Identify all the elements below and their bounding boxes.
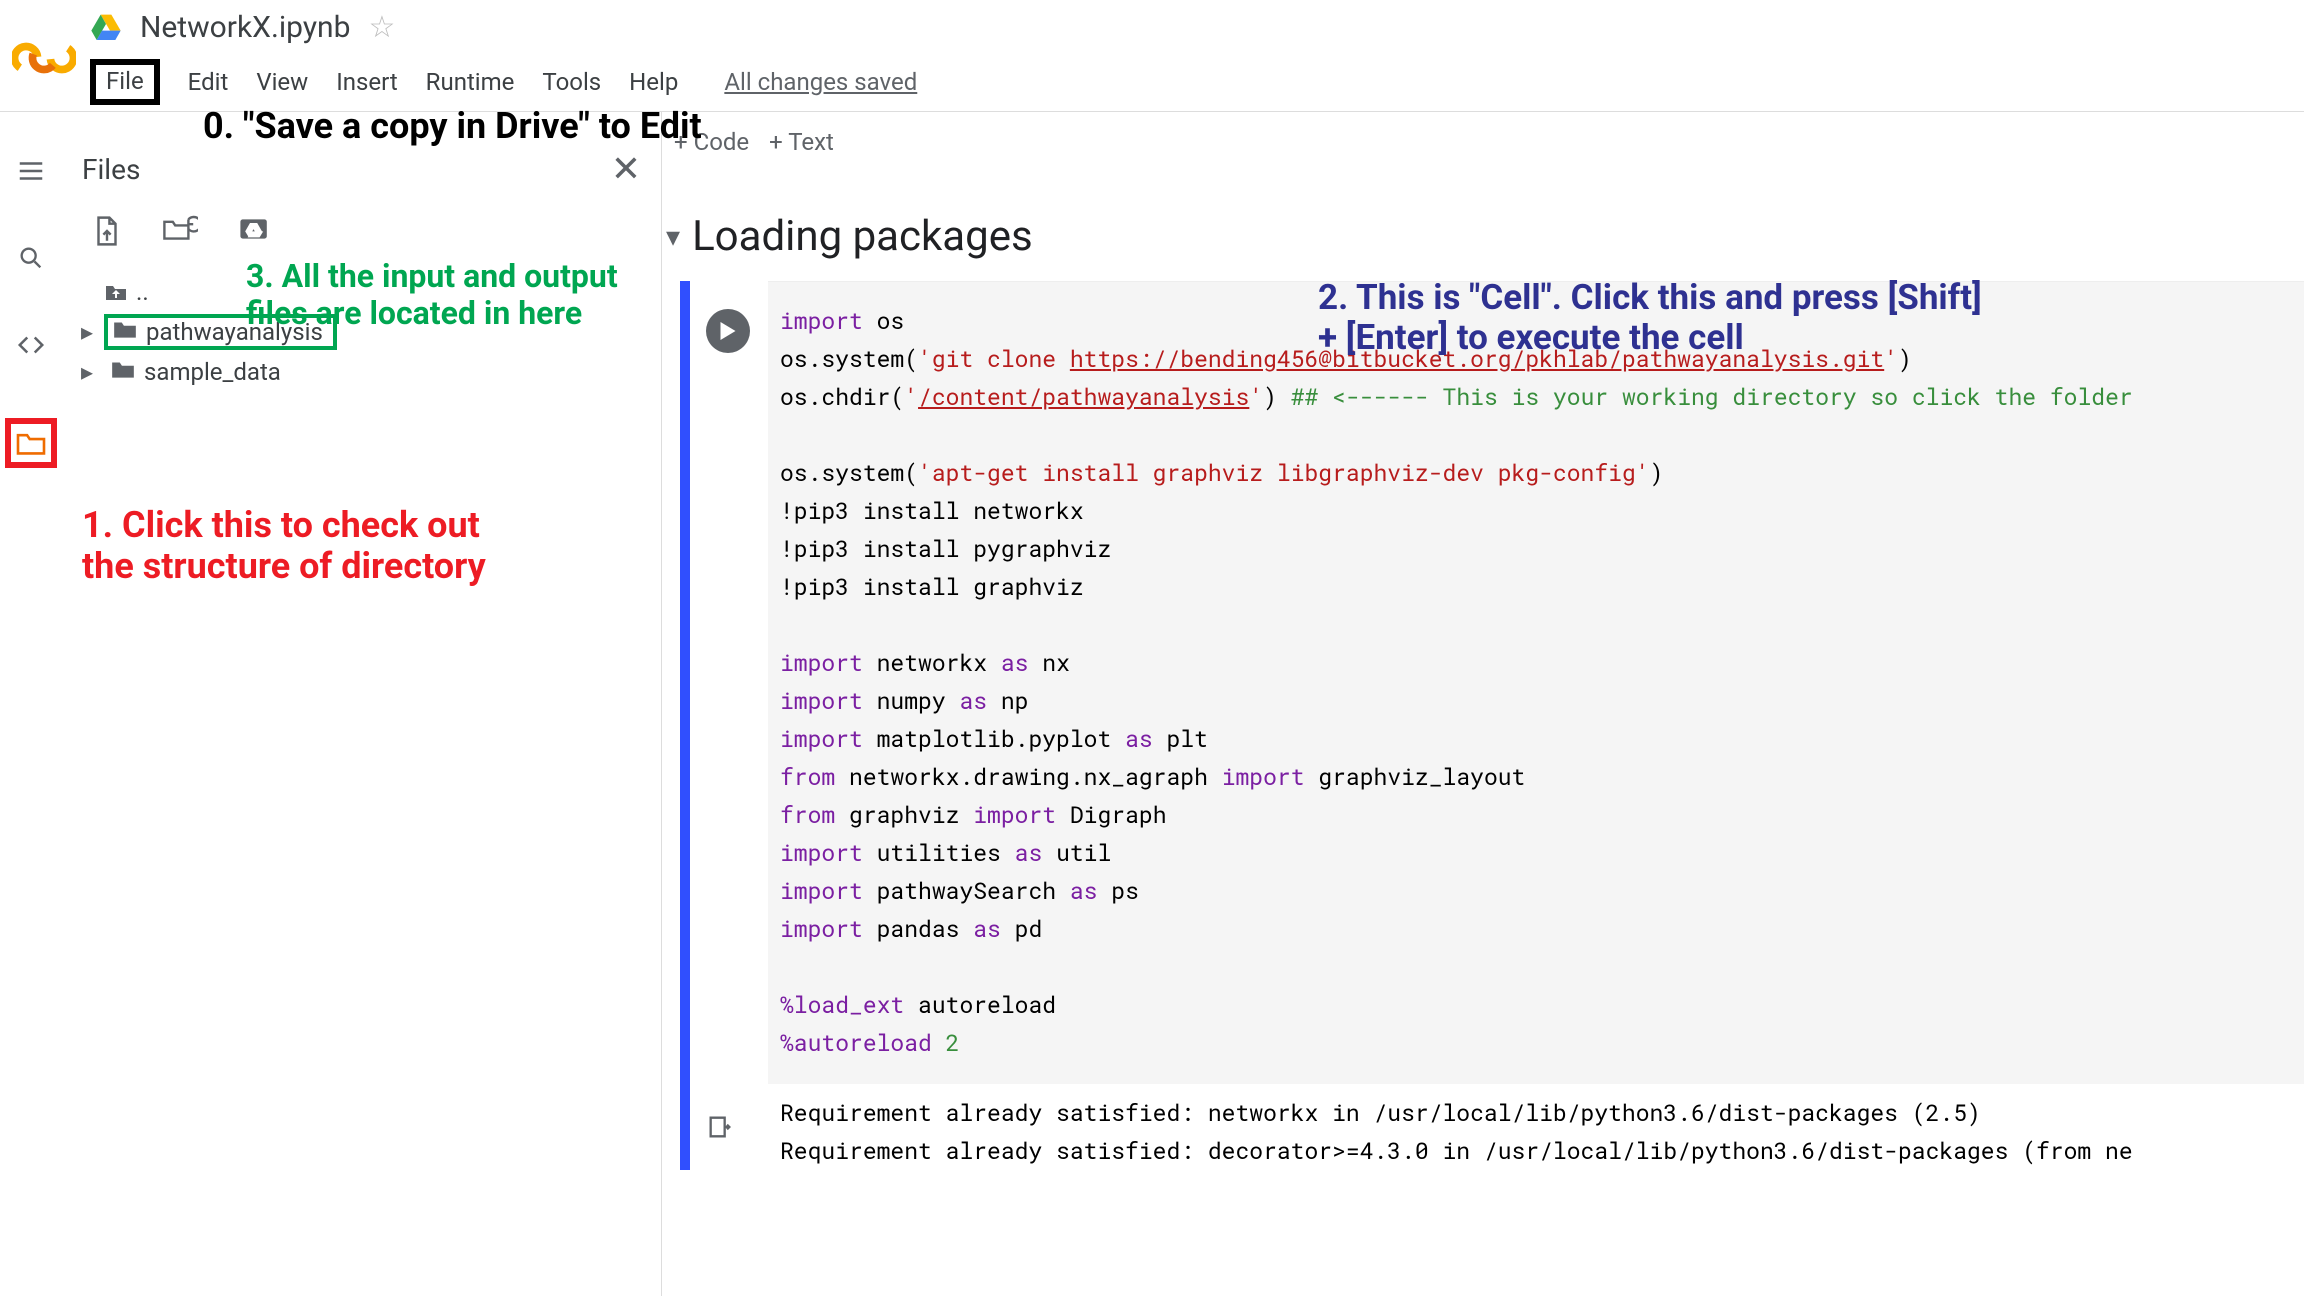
star-icon[interactable]: ☆ <box>368 10 395 45</box>
code-cell[interactable]: import os os.system('git clone https://b… <box>680 281 2304 1170</box>
section-title: Loading packages <box>692 212 1033 261</box>
chevron-right-icon[interactable]: ▸ <box>78 318 96 346</box>
code-snippets-icon[interactable] <box>16 330 46 366</box>
folder-label: sample_data <box>144 358 281 386</box>
menu-runtime[interactable]: Runtime <box>426 68 515 96</box>
mount-drive-icon[interactable] <box>238 214 274 254</box>
section-header[interactable]: ▾ Loading packages <box>662 156 2304 281</box>
menu-insert[interactable]: Insert <box>336 68 397 96</box>
menu-tools[interactable]: Tools <box>542 68 601 96</box>
files-tab-icon[interactable] <box>5 418 57 468</box>
search-icon[interactable] <box>17 244 45 278</box>
close-icon[interactable]: ✕ <box>611 148 641 190</box>
save-status[interactable]: All changes saved <box>724 68 917 96</box>
folder-icon <box>112 318 138 346</box>
annotation-0: 0. "Save a copy in Drive" to Edit <box>203 106 702 147</box>
code-editor[interactable]: import os os.system('git clone https://b… <box>768 281 2304 1084</box>
google-drive-icon <box>90 12 122 44</box>
folder-icon <box>110 358 136 386</box>
toc-icon[interactable] <box>16 156 46 192</box>
run-cell-button[interactable] <box>706 309 750 353</box>
menubar: File Edit View Insert Runtime Tools Help… <box>90 59 2304 105</box>
upload-icon[interactable] <box>92 214 122 254</box>
chevron-right-icon[interactable]: ▸ <box>78 358 96 386</box>
menu-help[interactable]: Help <box>629 68 678 96</box>
add-text-cell-button[interactable]: + Text <box>769 128 834 156</box>
colab-logo-icon <box>12 26 76 90</box>
menu-view[interactable]: View <box>256 68 308 96</box>
output-toggle-icon[interactable] <box>706 1113 756 1147</box>
annotation-1: 1. Click this to check out the structure… <box>82 505 486 588</box>
menu-edit[interactable]: Edit <box>188 68 229 96</box>
header: NetworkX.ipynb ☆ File Edit View Insert R… <box>0 0 2304 112</box>
annotation-2: 2. This is "Cell". Click this and press … <box>1318 278 1982 359</box>
annotation-3: 3. All the input and output files are lo… <box>246 258 618 332</box>
menu-file[interactable]: File <box>90 59 160 105</box>
notebook-title[interactable]: NetworkX.ipynb <box>140 10 350 45</box>
refresh-icon[interactable] <box>162 214 198 254</box>
cell-output: Requirement already satisfied: networkx … <box>768 1084 2304 1170</box>
files-panel-title: Files <box>82 153 140 186</box>
tree-folder-sample-data[interactable]: ▸ sample_data <box>74 354 649 390</box>
chevron-down-icon[interactable]: ▾ <box>666 220 680 253</box>
left-rail <box>0 112 62 1296</box>
